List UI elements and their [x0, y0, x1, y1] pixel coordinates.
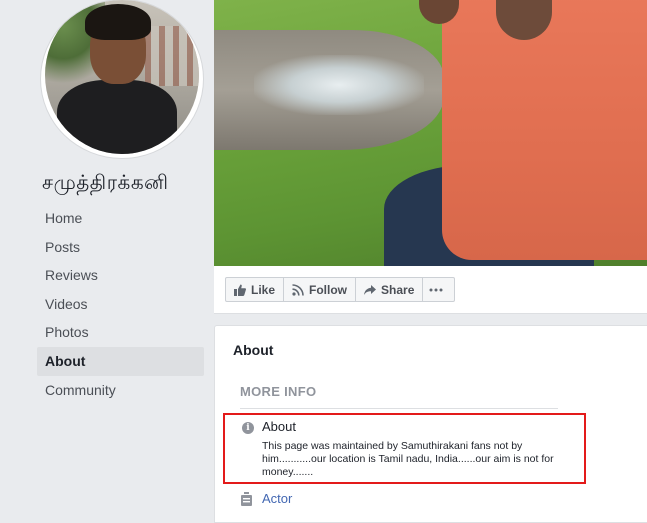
ellipsis-icon: [429, 288, 443, 291]
follow-button[interactable]: Follow: [283, 277, 357, 302]
profile-picture[interactable]: [41, 0, 203, 158]
nav-item-community[interactable]: Community: [37, 376, 204, 405]
like-label: Like: [251, 282, 276, 297]
like-button[interactable]: Like: [225, 277, 285, 302]
about-card-title: About: [233, 342, 274, 358]
about-info-label: About: [262, 419, 296, 434]
nav-item-about[interactable]: About: [37, 346, 204, 376]
share-label: Share: [381, 282, 415, 297]
nav-item-photos[interactable]: Photos: [37, 318, 204, 347]
follow-label: Follow: [309, 282, 348, 297]
thumbs-up-icon: [234, 284, 246, 296]
rss-icon: [292, 283, 304, 296]
nav-item-posts[interactable]: Posts: [37, 233, 204, 262]
photo-person-body: [57, 80, 177, 154]
photo-railing: [145, 26, 199, 86]
info-icon: i: [242, 422, 254, 434]
photo-person-hair: [85, 4, 151, 40]
page-action-bar: Like Follow Share: [214, 266, 647, 314]
cover-photo[interactable]: [214, 0, 647, 266]
cover-water: [254, 55, 424, 115]
section-divider: [240, 408, 558, 409]
nav-item-home[interactable]: Home: [37, 204, 204, 233]
nav-item-videos[interactable]: Videos: [37, 290, 204, 319]
more-options-button[interactable]: [422, 277, 456, 302]
about-card: About MORE INFO i About This page was ma…: [214, 325, 647, 523]
page-title[interactable]: சமுத்திரக்கனி: [42, 170, 169, 197]
more-info-header: MORE INFO: [240, 384, 317, 399]
nav-item-reviews[interactable]: Reviews: [37, 261, 204, 290]
share-button[interactable]: Share: [355, 277, 424, 302]
profile-photo: [45, 0, 199, 154]
about-info-text: This page was maintained by Samuthirakan…: [262, 440, 554, 478]
cover-person-shirt: [442, 0, 647, 260]
category-link-actor[interactable]: Actor: [262, 491, 292, 506]
action-buttons: Like Follow Share: [225, 277, 456, 302]
page-navigation: Home Posts Reviews Videos Photos About C…: [37, 204, 204, 404]
share-arrow-icon: [364, 284, 377, 295]
category-icon: [241, 492, 252, 506]
